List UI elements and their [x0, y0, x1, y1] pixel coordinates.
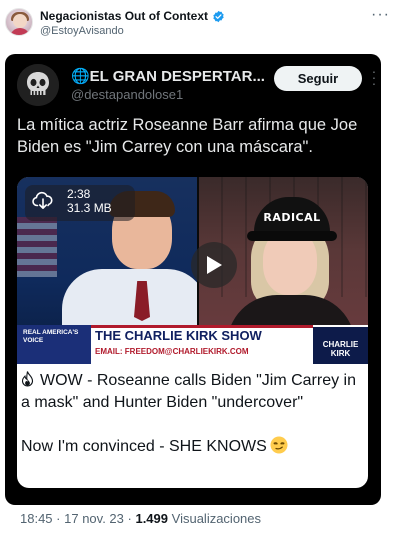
view-count: 1.499 — [135, 511, 169, 526]
meta-separator: · — [56, 511, 65, 526]
cloud-download-icon — [32, 191, 53, 209]
embedded-tweet-text: La mítica actriz Roseanne Barr afirma qu… — [17, 116, 358, 156]
tweet-time[interactable]: 18:45 — [20, 511, 53, 526]
avatar[interactable] — [5, 8, 33, 36]
author-name[interactable]: Negacionistas Out of Context — [40, 9, 208, 23]
show-brand: CHARLIE KIRK — [313, 327, 368, 364]
play-button[interactable] — [191, 242, 237, 288]
show-title: THE CHARLIE KIRK SHOW — [95, 328, 262, 343]
embedded-tweet-image[interactable]: 🌐EL GRAN DESPERTAR... @destapandolose1 S… — [5, 54, 381, 505]
woman-cap-brim — [247, 231, 337, 241]
embedded-avatar — [17, 64, 59, 106]
punisher-skull-icon — [17, 64, 59, 106]
tweet-meta: 18:45 · 17 nov. 23 · 1.499 Visualizacion… — [20, 511, 261, 526]
cap-text: RADICAL — [263, 211, 321, 224]
fire-emoji-icon — [21, 371, 34, 387]
view-count-label: Visualizaciones — [171, 511, 262, 526]
tweet-date[interactable]: 17 nov. 23 — [64, 511, 124, 526]
avatar-body — [10, 28, 30, 35]
card-text-line1: WOW - Roseanne calls Biden "Jim Carrey i… — [21, 372, 356, 411]
verified-badge-icon — [213, 10, 224, 22]
play-icon — [207, 256, 222, 274]
author-name-row: Negacionistas Out of Context — [40, 9, 225, 23]
card-text-line2: Now I'm convinced - SHE KNOWS — [21, 438, 267, 455]
follow-button: Seguir — [274, 66, 362, 91]
show-email: EMAIL: FREEDOM@CHARLIEKIRK.COM — [95, 347, 249, 356]
embedded-author-row: 🌐EL GRAN DESPERTAR... — [71, 67, 265, 85]
network-logo: REAL AMERICA'S VOICE — [17, 325, 91, 364]
embedded-author-handle: @destapandolose1 — [71, 87, 184, 102]
tweet-header: Negacionistas Out of Context @EstoyAvisa… — [0, 0, 400, 50]
embedded-author-name: 🌐EL GRAN DESPERTAR... — [71, 68, 265, 85]
avatar-face — [13, 14, 27, 28]
author-handle[interactable]: @EstoyAvisando — [40, 25, 124, 37]
quoted-card: RADICAL 2:38 31.3 MB REAL AMERICA'S VOIC… — [17, 177, 368, 488]
more-horizontal-icon[interactable]: ··· — [371, 6, 390, 24]
video-thumbnail: RADICAL 2:38 31.3 MB REAL AMERICA'S VOIC… — [17, 177, 368, 364]
quoted-card-text: WOW - Roseanne calls Biden "Jim Carrey i… — [21, 370, 361, 458]
video-file-size: 31.3 MB — [67, 201, 112, 215]
smirk-emoji-icon — [270, 436, 288, 454]
video-duration: 2:38 — [67, 187, 91, 201]
flag-backdrop — [17, 217, 57, 277]
more-vertical-icon: · · · — [371, 63, 377, 91]
